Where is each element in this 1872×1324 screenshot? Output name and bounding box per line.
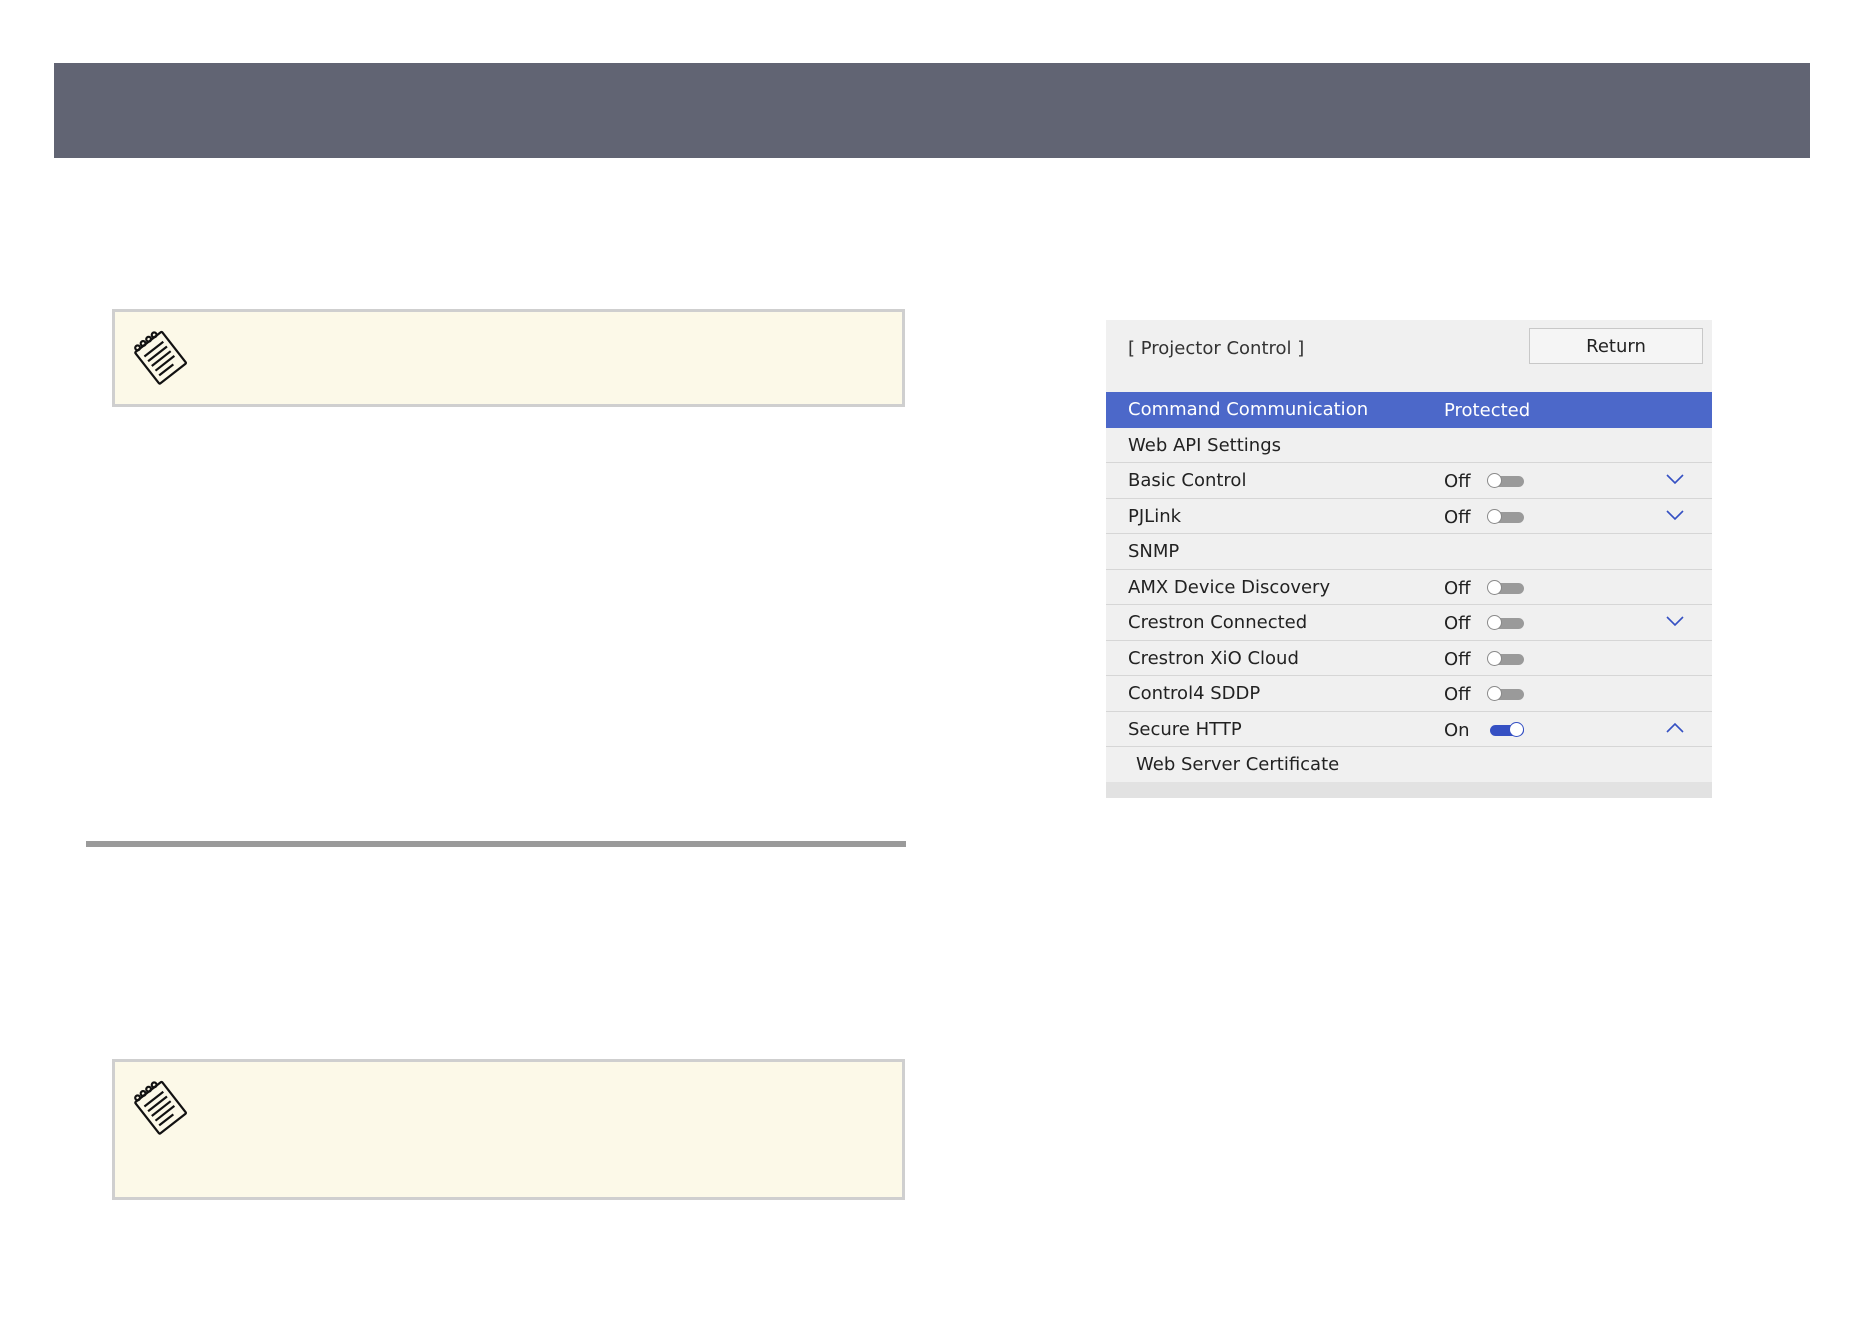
row-value: Off xyxy=(1444,613,1471,634)
row-label: Crestron Connected xyxy=(1128,612,1308,633)
row-basic-control[interactable]: Basic Control Off xyxy=(1106,463,1712,499)
chevron-up-icon[interactable] xyxy=(1666,722,1684,734)
control4-sddp-toggle[interactable] xyxy=(1487,686,1525,701)
row-web-server-certificate[interactable]: Web Server Certificate xyxy=(1106,747,1712,783)
row-value: Off xyxy=(1444,684,1471,705)
row-amx-device-discovery[interactable]: AMX Device Discovery Off xyxy=(1106,570,1712,605)
row-label: PJLink xyxy=(1128,505,1182,527)
row-control4-sddp[interactable]: Control4 SDDP Off xyxy=(1106,676,1712,712)
row-snmp[interactable]: SNMP xyxy=(1106,534,1712,570)
row-value: Off xyxy=(1444,471,1471,492)
notepad-icon xyxy=(134,1080,188,1135)
panel-footer xyxy=(1106,782,1712,798)
row-pjlink[interactable]: PJLink Off xyxy=(1106,499,1712,534)
note-box xyxy=(112,1059,905,1200)
row-command-communication[interactable]: Command Communication Protected xyxy=(1106,392,1712,428)
row-value: Off xyxy=(1444,577,1471,599)
crestron-xio-cloud-toggle[interactable] xyxy=(1487,650,1525,666)
row-label: Web Server Certificate xyxy=(1136,754,1340,775)
projector-control-panel: [ Projector Control ] Return Command Com… xyxy=(1106,320,1712,798)
crestron-connected-toggle[interactable] xyxy=(1487,615,1525,630)
row-label: Web API Settings xyxy=(1128,434,1281,456)
row-label: SNMP xyxy=(1128,541,1180,562)
return-button[interactable]: Return xyxy=(1529,328,1703,364)
section-divider xyxy=(86,841,906,847)
row-value: Off xyxy=(1444,506,1471,528)
chevron-down-icon[interactable] xyxy=(1666,615,1684,627)
row-label: Secure HTTP xyxy=(1128,718,1242,740)
row-value: Protected xyxy=(1444,400,1531,421)
header-bar xyxy=(54,63,1810,158)
row-label: Command Communication xyxy=(1128,399,1369,420)
row-value: Off xyxy=(1444,648,1471,670)
row-label: Crestron XiO Cloud xyxy=(1128,647,1299,669)
settings-list: Command Communication Protected Web API … xyxy=(1106,392,1712,783)
notepad-icon xyxy=(134,330,188,385)
amx-device-discovery-toggle[interactable] xyxy=(1487,579,1525,595)
row-label: Control4 SDDP xyxy=(1128,683,1261,704)
row-label: AMX Device Discovery xyxy=(1128,576,1331,598)
row-value: On xyxy=(1444,719,1470,741)
row-crestron-connected[interactable]: Crestron Connected Off xyxy=(1106,605,1712,641)
row-label: Basic Control xyxy=(1128,470,1247,491)
note-box xyxy=(112,309,905,407)
basic-control-toggle[interactable] xyxy=(1487,473,1525,488)
row-crestron-xio-cloud[interactable]: Crestron XiO Cloud Off xyxy=(1106,641,1712,676)
row-web-api-settings[interactable]: Web API Settings xyxy=(1106,428,1712,463)
secure-http-toggle[interactable] xyxy=(1487,721,1525,737)
row-secure-http[interactable]: Secure HTTP On xyxy=(1106,712,1712,747)
panel-title: [ Projector Control ] xyxy=(1128,338,1305,359)
pjlink-toggle[interactable] xyxy=(1487,508,1525,524)
panel-header: [ Projector Control ] Return xyxy=(1106,320,1712,392)
chevron-down-icon[interactable] xyxy=(1666,509,1684,521)
chevron-down-icon[interactable] xyxy=(1666,473,1684,485)
